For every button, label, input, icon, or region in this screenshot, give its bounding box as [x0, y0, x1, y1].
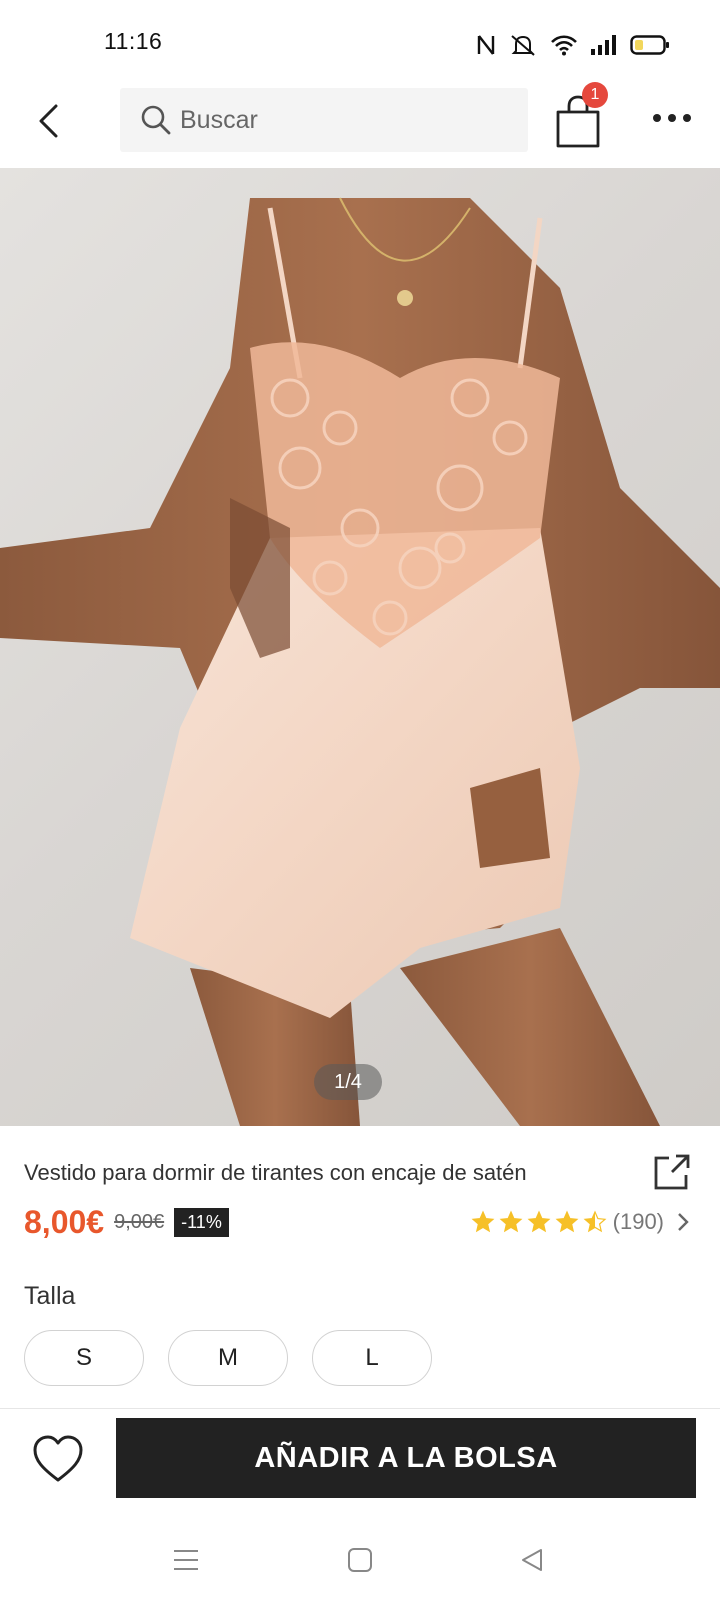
- back-button[interactable]: [24, 96, 74, 146]
- discount-badge: -11%: [174, 1207, 229, 1237]
- rating-stars: [471, 1210, 607, 1234]
- price-row: 8,00€ 9,00€ -11%: [24, 1202, 229, 1242]
- more-dots-icon: [653, 114, 691, 122]
- rating-summary[interactable]: (190): [471, 1206, 690, 1238]
- star-icon: [471, 1210, 495, 1233]
- share-icon[interactable]: [652, 1152, 692, 1192]
- divider: [0, 1408, 720, 1409]
- size-options: S M L: [24, 1330, 432, 1386]
- status-bar: 11:16: [0, 0, 720, 80]
- current-price: 8,00€: [24, 1203, 105, 1240]
- menu-icon: [174, 1550, 198, 1570]
- search-icon: [141, 105, 171, 135]
- image-counter: 1/4: [314, 1064, 382, 1100]
- search-input[interactable]: Buscar: [120, 88, 528, 152]
- heart-icon[interactable]: [30, 1432, 86, 1488]
- nfc-icon: [477, 35, 495, 55]
- size-option-l[interactable]: L: [312, 1330, 432, 1386]
- star-icon: [555, 1210, 579, 1233]
- product-photo: [0, 197, 720, 1126]
- star-icon: [527, 1210, 551, 1233]
- status-icons: [476, 30, 670, 60]
- back-triangle-icon: [522, 1549, 542, 1571]
- nav-back-button[interactable]: [502, 1540, 562, 1580]
- wifi-icon: [551, 35, 577, 56]
- nav-home-button[interactable]: [330, 1540, 390, 1580]
- star-icon: [499, 1210, 523, 1233]
- chevron-right-icon: [678, 1213, 689, 1231]
- product-title: Vestido para dormir de tirantes con enca…: [24, 1160, 527, 1185]
- review-count: (190): [612, 1209, 664, 1234]
- add-to-bag-button[interactable]: AÑADIR A LA BOLSA: [116, 1418, 696, 1498]
- more-options-button[interactable]: [646, 98, 698, 138]
- original-price: 9,00€: [114, 1210, 165, 1233]
- size-label: Talla: [24, 1282, 76, 1310]
- star-icon: [583, 1210, 607, 1233]
- system-nav-bar: [0, 1520, 720, 1600]
- product-image[interactable]: [0, 168, 720, 1126]
- mute-icon: [511, 35, 535, 56]
- signal-icon: [591, 35, 616, 55]
- nav-menu-button[interactable]: [156, 1540, 216, 1580]
- status-time: 11:16: [104, 28, 163, 54]
- chevron-left-icon: [39, 104, 58, 138]
- search-placeholder: Buscar: [180, 105, 258, 134]
- size-option-m[interactable]: M: [168, 1330, 288, 1386]
- cart-count-badge: 1: [582, 82, 608, 108]
- top-header: Buscar 1: [0, 80, 720, 166]
- size-option-s[interactable]: S: [24, 1330, 144, 1386]
- battery-icon: [630, 35, 669, 55]
- home-square-icon: [348, 1548, 372, 1572]
